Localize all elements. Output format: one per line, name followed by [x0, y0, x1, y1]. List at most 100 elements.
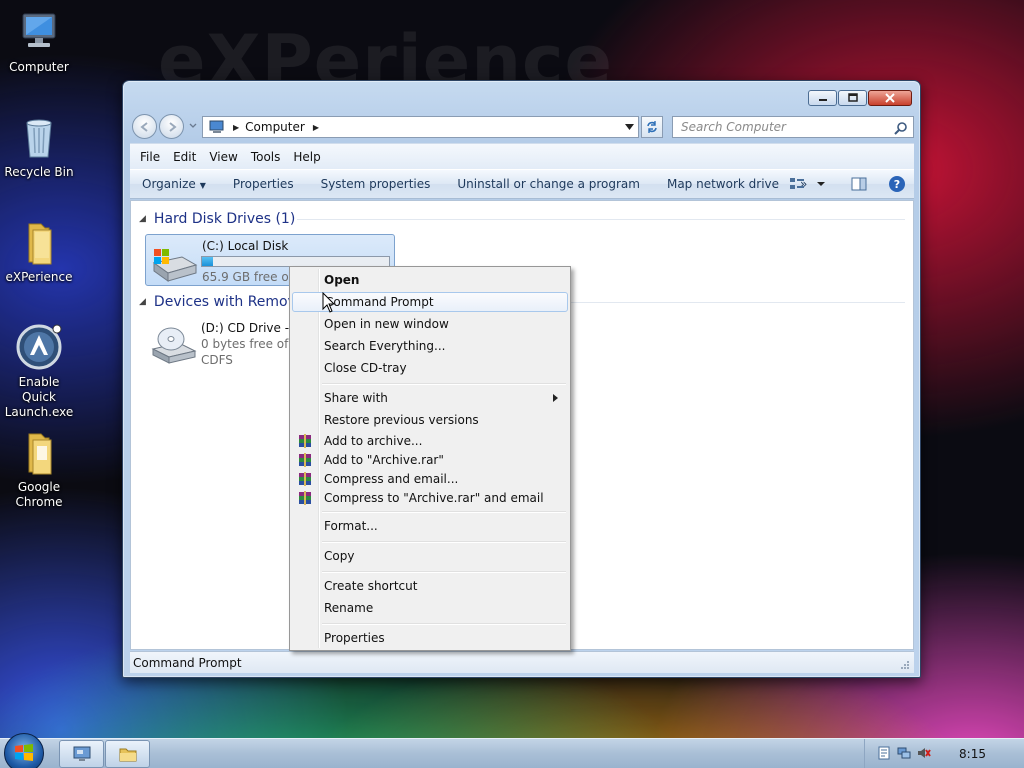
menu-bar: File Edit View Tools Help [130, 143, 914, 169]
menu-item-label: Properties [324, 631, 385, 645]
menu-view[interactable]: View [209, 150, 237, 164]
breadcrumb-separator-icon[interactable]: ▶ [313, 123, 319, 132]
chevron-down-icon: ▼ [199, 181, 206, 190]
menu-item-label: Search Everything... [324, 339, 446, 353]
window-controls [808, 90, 912, 106]
menu-help[interactable]: Help [293, 150, 320, 164]
desktop-icon-enable-quick-launch[interactable]: Enable Quick Launch.exe [0, 323, 78, 420]
menu-item-close-cd-tray[interactable]: Close CD-tray [292, 358, 568, 378]
start-button[interactable] [4, 733, 44, 768]
group-hard-disk-drives[interactable]: ◢ Hard Disk Drives (1) [139, 211, 295, 227]
collapse-triangle-icon[interactable]: ◢ [139, 297, 146, 307]
menu-item-label: Copy [324, 549, 355, 563]
menu-item-label: Open in new window [324, 317, 449, 331]
map-network-drive-button[interactable]: Map network drive [655, 177, 794, 191]
breadcrumb-separator-icon[interactable]: ▶ [233, 123, 239, 132]
windows-logo-icon [15, 744, 33, 761]
menu-item-open[interactable]: Open [292, 270, 568, 290]
winrar-icon [299, 491, 311, 505]
menu-item-add-to-archive[interactable]: Add to archive... [292, 431, 568, 451]
forward-arrow-icon [168, 121, 177, 132]
menu-item-label: Create shortcut [324, 579, 418, 593]
desktop-icon-recycle-bin[interactable]: Recycle Bin [0, 113, 78, 180]
resize-grip-icon[interactable] [900, 660, 910, 670]
menu-item-copy[interactable]: Copy [292, 546, 568, 566]
status-bar: Command Prompt [130, 651, 914, 673]
menu-item-label: Add to archive... [324, 434, 423, 448]
winrar-icon [299, 472, 311, 486]
navigation-row: ▶ Computer ▶ [132, 114, 914, 139]
minimize-button[interactable] [808, 90, 837, 106]
address-dropdown-icon[interactable] [625, 123, 634, 131]
address-bar[interactable]: ▶ Computer ▶ [202, 116, 639, 138]
menu-item-restore-versions[interactable]: Restore previous versions [292, 410, 568, 430]
menu-edit[interactable]: Edit [173, 150, 196, 164]
system-properties-button[interactable]: System properties [309, 177, 446, 191]
menu-item-open-new-window[interactable]: Open in new window [292, 314, 568, 334]
forward-button[interactable] [159, 114, 184, 139]
menu-file[interactable]: File [140, 150, 160, 164]
menu-separator [322, 623, 566, 625]
menu-item-compress-and-email[interactable]: Compress and email... [292, 469, 568, 489]
help-icon[interactable]: ? [888, 175, 906, 193]
search-input[interactable] [681, 120, 881, 134]
view-dropdown-icon[interactable] [816, 175, 826, 193]
desktop-icon-google-chrome[interactable]: Google Chrome [0, 428, 78, 510]
system-tray: 8:15 [864, 739, 1024, 768]
hard-drive-icon [152, 249, 198, 282]
drive-filesystem: CDFS [201, 353, 233, 367]
organize-button[interactable]: Organize ▼ [130, 177, 221, 191]
folder-icon [15, 218, 63, 266]
menu-item-rename[interactable]: Rename [292, 598, 568, 618]
desktop-icon-label: Computer [9, 60, 69, 74]
change-view-icon[interactable] [788, 175, 806, 193]
folder-icon [15, 428, 63, 476]
minimize-icon [818, 99, 827, 101]
menu-item-share-with[interactable]: Share with [292, 388, 568, 408]
view-controls: ? [788, 175, 906, 193]
preview-pane-icon[interactable] [850, 175, 868, 193]
collapse-triangle-icon[interactable]: ◢ [139, 214, 146, 224]
recycle-bin-icon [15, 113, 63, 161]
recent-pages-chevron-icon[interactable] [189, 120, 197, 130]
taskbar-clock[interactable]: 8:15 [959, 747, 986, 761]
submenu-arrow-icon [553, 394, 558, 402]
volume-muted-icon[interactable] [917, 746, 931, 760]
uninstall-program-button[interactable]: Uninstall or change a program [445, 177, 655, 191]
computer-small-icon [209, 120, 224, 133]
computer-icon [15, 8, 63, 56]
group-divider [561, 302, 905, 303]
menu-item-search-everything[interactable]: Search Everything... [292, 336, 568, 356]
command-bar: Organize ▼ Properties System properties U… [130, 169, 914, 199]
search-icon[interactable] [894, 121, 908, 135]
menu-item-add-to-archive-rar[interactable]: Add to "Archive.rar" [292, 450, 568, 470]
menu-tools[interactable]: Tools [251, 150, 281, 164]
drive-name: (C:) Local Disk [202, 239, 289, 253]
close-button[interactable] [868, 90, 912, 106]
menu-item-label: Compress to "Archive.rar" and email [324, 491, 544, 505]
menu-item-compress-to-rar-and-email[interactable]: Compress to "Archive.rar" and email [292, 488, 568, 508]
notes-icon[interactable] [877, 746, 891, 760]
desktop-icon-experience[interactable]: eXPerience [0, 218, 78, 285]
menu-item-label: Format... [324, 519, 378, 533]
menu-item-create-shortcut[interactable]: Create shortcut [292, 576, 568, 596]
back-button[interactable] [132, 114, 157, 139]
refresh-button[interactable] [641, 116, 663, 138]
desktop-icon-label: eXPerience [5, 270, 73, 284]
menu-separator [322, 383, 566, 385]
desktop-icon-label: Recycle Bin [4, 165, 74, 179]
search-box[interactable] [672, 116, 914, 138]
drive-usage-fill [202, 257, 214, 266]
context-menu: Open Command Prompt Open in new window S… [289, 266, 571, 651]
organize-label: Organize [142, 177, 196, 191]
network-icon[interactable] [897, 746, 911, 760]
desktop-icon-computer[interactable]: Computer [0, 8, 78, 75]
menu-item-format[interactable]: Format... [292, 516, 568, 536]
taskbar-pinned-app[interactable] [59, 740, 104, 768]
menu-item-properties[interactable]: Properties [292, 628, 568, 648]
maximize-button[interactable] [838, 90, 867, 106]
breadcrumb-computer[interactable]: Computer [245, 120, 305, 134]
properties-button[interactable]: Properties [221, 177, 309, 191]
group-divider [297, 219, 905, 220]
taskbar-explorer-button[interactable] [105, 740, 150, 768]
